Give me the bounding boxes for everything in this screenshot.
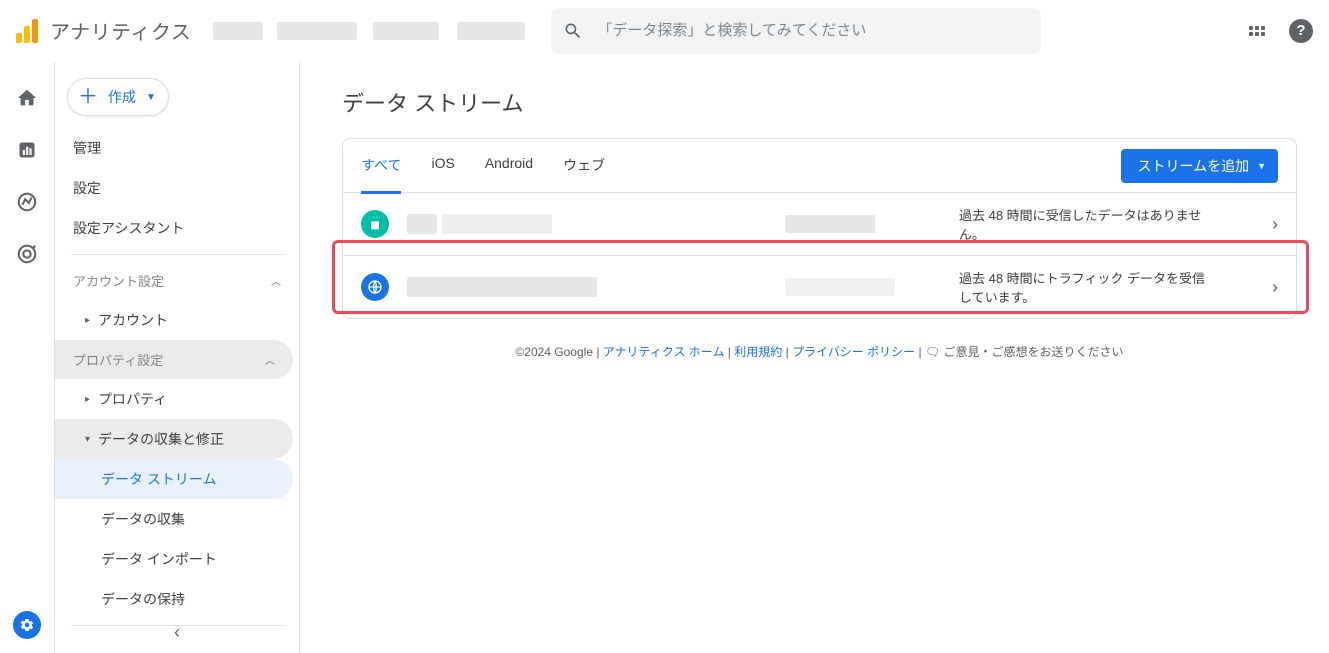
stream-name-redacted	[407, 210, 767, 238]
android-icon	[361, 210, 389, 238]
platform-tabs: すべて iOS Android ウェブ	[361, 139, 605, 193]
help-icon[interactable]: ?	[1289, 19, 1313, 43]
stream-id-redacted	[785, 213, 905, 235]
sidebar-item-property[interactable]: ▸ プロパティ	[55, 379, 299, 419]
add-stream-button[interactable]: ストリームを追加 ▼	[1121, 149, 1278, 183]
data-streams-card: すべて iOS Android ウェブ ストリームを追加 ▼	[342, 138, 1297, 319]
dropdown-caret-icon: ▼	[1257, 161, 1266, 171]
sidebar-section-property[interactable]: プロパティ設定 ︿	[55, 340, 293, 379]
sidebar-subitem-data-import[interactable]: データ インポート	[55, 539, 299, 579]
sidebar-item-property-label: プロパティ	[98, 389, 167, 409]
feedback-icon: 🗨	[925, 345, 940, 359]
chevron-down-icon: ▾	[85, 434, 90, 445]
explore-icon[interactable]	[15, 190, 39, 214]
search-icon	[563, 21, 583, 41]
app-header: アナリティクス ?	[0, 0, 1329, 62]
chevron-right-icon: ›	[1272, 214, 1278, 235]
footer-copyright: ©2024 Google	[515, 345, 593, 359]
tab-web[interactable]: ウェブ	[563, 139, 605, 193]
chevron-up-icon: ︿	[271, 273, 281, 288]
stream-status: 過去 48 時間に受信したデータはありません。	[923, 205, 1254, 243]
footer-link-home[interactable]: アナリティクス ホーム	[603, 345, 725, 359]
stream-status: 過去 48 時間にトラフィック データを受信しています。	[923, 268, 1254, 306]
footer-link-privacy[interactable]: プライバシー ポリシー	[792, 345, 915, 359]
sidebar-subitem-data-streams[interactable]: データ ストリーム	[55, 459, 293, 499]
tab-ios[interactable]: iOS	[431, 139, 454, 193]
search-box[interactable]	[551, 8, 1041, 54]
stream-row[interactable]: 過去 48 時間にトラフィック データを受信しています。 ›	[343, 256, 1296, 318]
product-logo[interactable]: アナリティクス	[16, 16, 191, 45]
sidebar-item-data-collection[interactable]: ▾ データの収集と修正	[55, 419, 293, 459]
sidebar-section-account-label: アカウント設定	[73, 271, 164, 290]
search-input[interactable]	[597, 22, 1029, 39]
sidebar-item-assistant[interactable]: 設定アシスタント	[55, 208, 299, 248]
footer-link-terms[interactable]: 利用規約	[734, 345, 782, 359]
sidebar-item-admin[interactable]: 管理	[55, 128, 299, 168]
sidebar-subitem-data-collection[interactable]: データの収集	[55, 499, 299, 539]
chevron-right-icon: ›	[1272, 277, 1278, 298]
create-button[interactable]: ＋ 作成 ▼	[67, 78, 169, 116]
sidebar-section-property-label: プロパティ設定	[73, 350, 163, 369]
page-title: データ ストリーム	[342, 86, 1297, 118]
add-stream-label: ストリームを追加	[1137, 156, 1249, 176]
chevron-up-icon: ︿	[265, 352, 275, 367]
admin-sidebar: ＋ 作成 ▼ 管理 設定 設定アシスタント アカウント設定 ︿ ▸ アカウント …	[55, 62, 300, 653]
sidebar-section-account[interactable]: アカウント設定 ︿	[55, 261, 299, 300]
chevron-right-icon: ▸	[85, 315, 90, 326]
product-name: アナリティクス	[50, 16, 191, 45]
account-breadcrumb[interactable]	[207, 12, 535, 50]
sidebar-subitem-data-retention[interactable]: データの保持	[55, 579, 299, 619]
sidebar-item-setup[interactable]: 設定	[55, 168, 299, 208]
sidebar-item-data-collection-label: データの収集と修正	[98, 429, 224, 449]
page-footer: ©2024 Google | アナリティクス ホーム | 利用規約 | プライバ…	[342, 319, 1297, 370]
footer-feedback[interactable]: ご意見・ご感想をお送りください	[944, 345, 1124, 359]
web-icon	[361, 273, 389, 301]
plus-icon: ＋	[78, 87, 98, 107]
stream-name-redacted	[407, 273, 767, 301]
collapse-sidebar-icon[interactable]: ‹	[55, 622, 299, 643]
tab-all[interactable]: すべて	[361, 139, 401, 194]
stream-id-redacted	[785, 276, 905, 298]
apps-icon[interactable]	[1249, 26, 1265, 36]
reports-icon[interactable]	[15, 138, 39, 162]
main-content: データ ストリーム すべて iOS Android ウェブ ストリームを追加 ▼	[300, 62, 1329, 653]
dropdown-caret-icon: ▼	[146, 92, 156, 103]
home-icon[interactable]	[15, 86, 39, 110]
admin-gear-icon[interactable]	[13, 611, 41, 639]
chevron-right-icon: ▸	[85, 394, 90, 405]
nav-rail	[0, 62, 55, 653]
sidebar-item-account-label: アカウント	[98, 310, 168, 330]
analytics-logo-icon	[16, 19, 38, 43]
stream-row[interactable]: 過去 48 時間に受信したデータはありません。 ›	[343, 193, 1296, 256]
sidebar-item-account[interactable]: ▸ アカウント	[55, 300, 299, 340]
tab-android[interactable]: Android	[485, 139, 533, 193]
create-button-label: 作成	[108, 87, 136, 107]
advertising-icon[interactable]	[15, 242, 39, 266]
